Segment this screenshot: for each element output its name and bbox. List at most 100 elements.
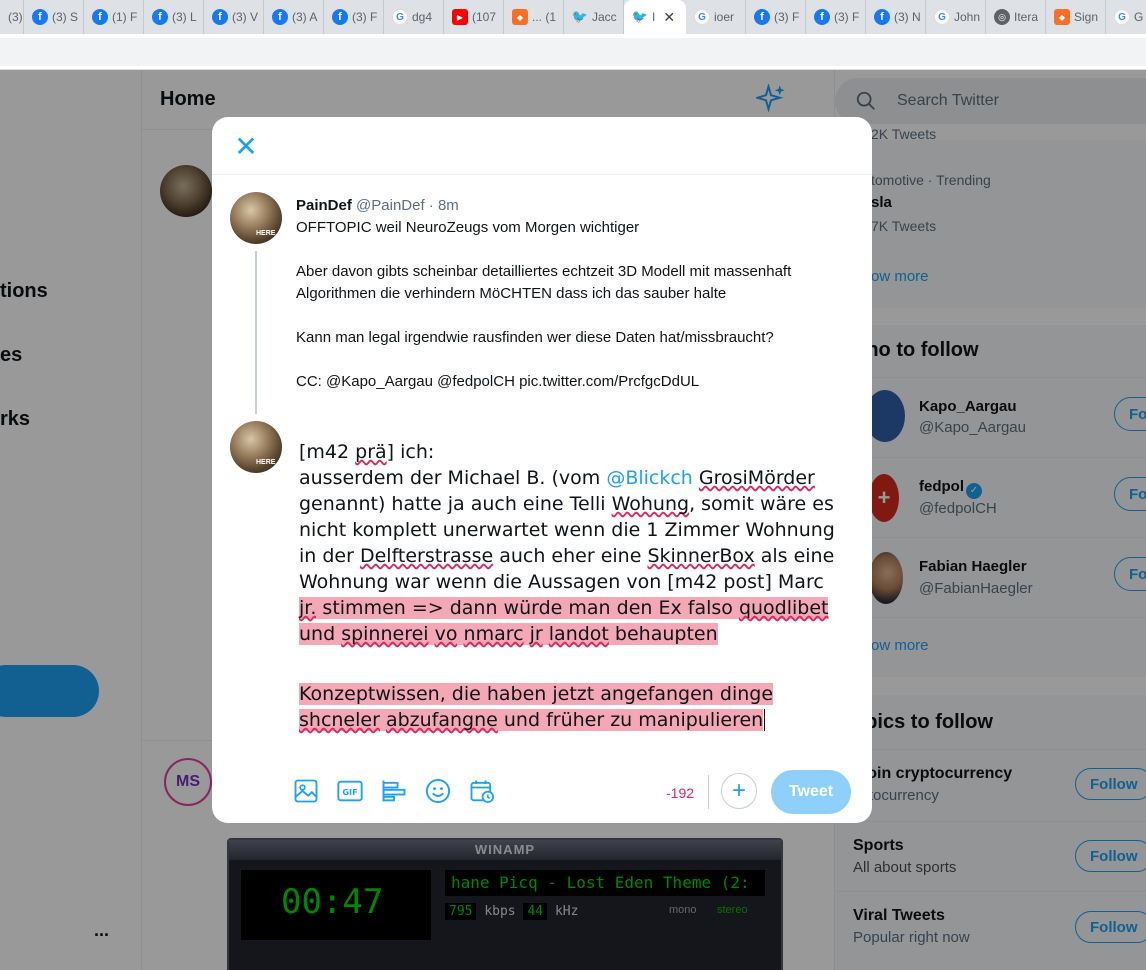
browser-tab[interactable]: f (3) V (204, 0, 264, 34)
misspelled-word: Delfterstrasse (359, 545, 494, 567)
browser-tab[interactable]: f (3) F (806, 0, 866, 34)
browser-tab[interactable]: f (3) S (24, 0, 84, 34)
divider (212, 174, 872, 175)
compose-line: shcneler abzufangne und früher zu manipu… (299, 707, 851, 733)
tab-label: John (954, 10, 981, 24)
over-limit-text: nmarc (463, 623, 524, 645)
tab-label: Jacc (592, 10, 617, 24)
over-limit-text: stimmen => dann würde man den Ex falso (316, 597, 739, 619)
tab-label: (3) I (8, 10, 23, 24)
compose-line: [m42 prä] ich: (299, 439, 851, 465)
google-icon: G (1114, 9, 1130, 25)
over-limit-text: quodlibet (738, 597, 829, 619)
over-limit-text: und (299, 623, 342, 645)
tab-label: (107 (472, 10, 497, 24)
browser-tab[interactable]: f (3) F (746, 0, 806, 34)
browser-tab[interactable]: f (3) N (866, 0, 926, 34)
over-limit-text: vo (434, 623, 458, 645)
tab-label: ... (1 (532, 10, 557, 24)
browser-tab[interactable]: f (3) L (144, 0, 204, 34)
over-limit-text (428, 623, 435, 645)
globe-icon: ◎ (994, 9, 1010, 25)
gitlab-icon: ◆ (512, 9, 528, 25)
compose-line: genannt) hatte ja auch eine Telli Wohung… (299, 491, 851, 517)
google-icon: G (934, 9, 950, 25)
character-counter: -192 (666, 785, 695, 801)
google-icon: G (392, 9, 408, 25)
add-tweet-button[interactable]: + (721, 773, 757, 809)
image-icon[interactable] (292, 777, 320, 805)
browser-tab[interactable]: f (1) F (84, 0, 144, 34)
close-tab-icon[interactable]: ✕ (663, 9, 675, 26)
parent-tweet: PainDef @PainDef · 8m OFFTOPIC weil Neur… (296, 195, 856, 393)
tweet-line (296, 349, 856, 371)
compose-textarea[interactable]: [m42 prä] ich: ausserdem der Michael B. … (299, 439, 851, 733)
browser-tab[interactable]: (3) I (0, 0, 24, 34)
compose-line: jr. stimmen => dann würde man den Ex fal… (299, 595, 851, 621)
text-run: auch eher eine (493, 545, 648, 567)
avatar: HERE (230, 421, 282, 473)
tweet-line: Kann man legal irgendwie rausfinden wer … (296, 329, 774, 346)
browser-tab[interactable]: f (3) A (264, 0, 324, 34)
browser-tab[interactable]: ▶ (107 (444, 0, 504, 34)
browser-tab[interactable]: ◆ Sign (1046, 0, 1106, 34)
browser-tab[interactable]: f (3) F (324, 0, 384, 34)
url-field[interactable] (0, 38, 1146, 66)
browser-tab[interactable]: G John (926, 0, 986, 34)
tab-label: I (652, 10, 656, 24)
browser-tab[interactable]: ◎ Itera (986, 0, 1046, 34)
facebook-icon: f (754, 9, 770, 25)
over-limit-text: jr (529, 623, 543, 645)
text-run: [m42 (299, 441, 356, 463)
over-limit-text: und früher zu manipulieren (497, 709, 764, 731)
browser-tab[interactable]: GG (1106, 0, 1146, 34)
over-limit-text (542, 623, 549, 645)
misspelled-word: GrosiMörder (698, 467, 815, 489)
thread-line (255, 251, 257, 414)
browser-tab[interactable]: Gioer (686, 0, 746, 34)
facebook-icon: f (332, 9, 348, 25)
schedule-icon[interactable] (468, 777, 496, 805)
misspelled-word: prä (355, 441, 387, 463)
facebook-icon: f (92, 9, 108, 25)
emoji-icon[interactable] (424, 777, 452, 805)
facebook-icon: f (212, 9, 228, 25)
facebook-icon: f (814, 9, 830, 25)
tweet-time[interactable]: 8m (438, 197, 459, 214)
browser-tab[interactable]: 🐦 I ✕ (624, 0, 686, 34)
text-cursor (764, 709, 766, 731)
tweet-line (296, 305, 856, 327)
over-limit-text (457, 623, 464, 645)
over-limit-text: landot (548, 623, 609, 645)
tweet-button[interactable]: Tweet (771, 770, 851, 814)
gif-icon[interactable]: GIF (336, 777, 364, 805)
tab-label: (3) V (232, 10, 259, 24)
facebook-icon: f (32, 9, 48, 25)
youtube-icon: ▶ (452, 9, 468, 25)
close-icon[interactable]: ✕ (230, 131, 262, 163)
text-run: , somit wäre es (689, 493, 834, 515)
over-limit-text: jr. (299, 597, 317, 619)
browser-tab[interactable]: ◆ ... (1 (504, 0, 564, 34)
browser-tab[interactable]: 🐦 Jacc (564, 0, 624, 34)
tab-label: Itera (1014, 10, 1039, 24)
tweet-line: CC: @Kapo_Aargau @fedpolCH pic.twitter.c… (296, 373, 700, 390)
author-handle[interactable]: @PainDef (356, 197, 425, 214)
tab-label: (3) F (834, 10, 860, 24)
over-limit-text (523, 623, 530, 645)
compose-toolbar: GIF -192 + Tweet (212, 765, 872, 817)
tweet-meta: PainDef @PainDef · 8m (296, 195, 856, 217)
browser-tab[interactable]: Gdg4 (384, 0, 444, 34)
facebook-icon: f (272, 9, 288, 25)
meta-separator: · (424, 197, 438, 214)
reply-modal: ✕ HERE PainDef @PainDef · 8m OFFTOPIC we… (212, 117, 872, 823)
poll-icon[interactable] (380, 777, 408, 805)
address-bar (0, 34, 1146, 70)
text-run: genannt) hatte ja auch eine Telli (299, 493, 612, 515)
tab-label: (3) N (894, 10, 921, 24)
tab-label: (3) S (52, 10, 79, 24)
author-name[interactable]: PainDef (296, 197, 352, 214)
compose-line: ausserdem der Michael B. (vom @Blickch G… (299, 465, 851, 491)
over-limit-text: shcneler (299, 709, 380, 731)
avatar[interactable]: HERE (230, 192, 282, 244)
